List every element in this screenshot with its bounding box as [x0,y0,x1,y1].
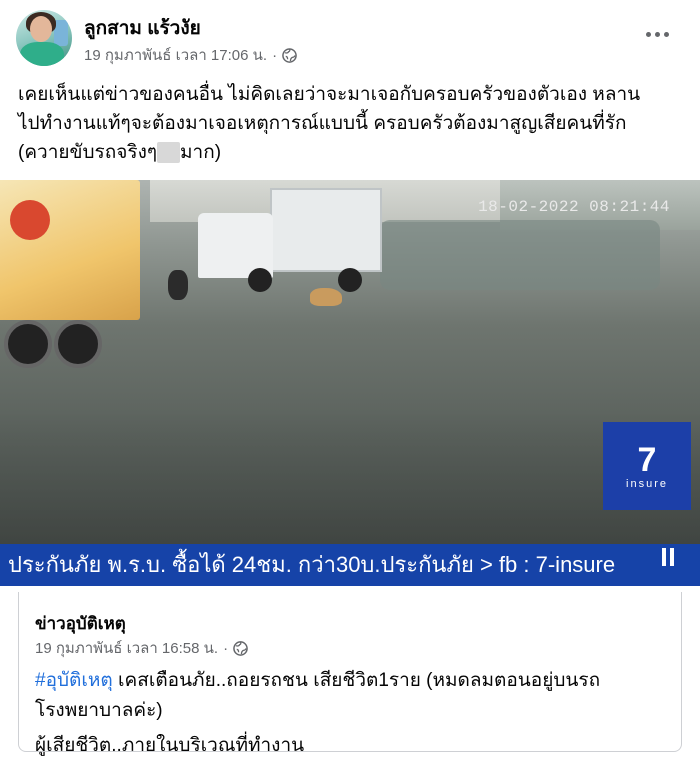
globe-icon[interactable] [233,640,248,656]
shared-post-card[interactable]: ข่าวอุบัติเหตุ 19 กุมภาพันธ์ เวลา 16:58 … [18,592,682,756]
shared-page-name[interactable]: ข่าวอุบัติเหตุ [35,610,126,637]
post-video[interactable]: 18-02-2022 08:21:44 [0,180,700,544]
road-shadow [0,410,700,544]
censored-word: เ ย [157,142,180,163]
ad-logo-badge: 7 insure [603,422,691,510]
meta-separator: · [272,46,278,64]
shared-post-meta: 19 กุมภาพันธ์ เวลา 16:58 น. · [35,636,248,660]
white-pickup-truck [198,188,382,292]
more-dot [654,31,660,37]
post-text-part: มาก) [180,142,222,163]
post-text-line: เคยเห็นแต่ข่าวของคนอื่น ไม่คิดเลยว่าจะมา… [18,84,641,105]
post-meta: 19 กุมภาพันธ์ เวลา 17:06 น. · [84,43,297,67]
pause-bar [662,548,666,566]
truck-wheel [54,320,102,368]
meta-separator: · [223,639,229,657]
water-puddle [380,220,660,290]
delivery-truck [0,180,155,368]
truck-logo [10,200,50,240]
shared-text-cutoff: ผู้เสียชีวิต..ภายในบริเวณที่ทำงาน [35,735,305,756]
avatar-background [54,20,68,46]
post-text-line: ไปทำงานแท้ๆจะต้องมาเจอเหตุการณ์แบบนี้ คร… [18,113,627,134]
shared-text-line: เคสเตือนภัย..ถอยรถชน เสียชีวิต1ราย (หมดล… [112,670,601,691]
ad-logo-number: 7 [637,441,657,479]
avatar-face [30,16,52,42]
more-dot [645,31,651,37]
more-options-button[interactable] [642,22,672,46]
truck-wheel [4,320,52,368]
author-name[interactable]: ลูกสาม แร้วงัย [84,13,201,43]
person-figure [168,270,188,300]
author-avatar[interactable] [16,10,72,66]
more-dot [663,31,669,37]
shared-text-line: โรงพยาบาลค่ะ) [35,700,163,721]
shared-post-text: #อุบัติเหตุ เคสเตือนภัย..ถอยรถชน เสียชีว… [35,666,675,726]
pause-icon[interactable] [660,548,676,566]
post-text-part: (ควายขับรถจริงๆ [18,142,158,163]
avatar-shirt [20,42,64,66]
ad-logo-brand: insure [626,478,668,490]
post-date[interactable]: 19 กุมภาพันธ์ เวลา 17:06 น. [84,43,267,67]
globe-icon[interactable] [282,47,297,63]
pickup-wheel [338,268,362,292]
post-header: ลูกสาม แร้วงัย 19 กุมภาพันธ์ เวลา 17:06 … [0,0,700,70]
cctv-timestamp: 18-02-2022 08:21:44 [478,198,670,216]
shared-post-date[interactable]: 19 กุมภาพันธ์ เวลา 16:58 น. [35,636,218,660]
pause-bar [670,548,674,566]
dog-figure [310,288,342,306]
pickup-cargo [270,188,382,272]
post-text-line: (ควายขับรถจริงๆเ ยมาก) [18,138,688,167]
ad-ticker: ประกันภัย พ.ร.บ. ซื้อได้ 24ชม. กว่า30บ.ป… [0,544,700,586]
post-body: เคยเห็นแต่ข่าวของคนอื่น ไม่คิดเลยว่าจะมา… [18,80,688,167]
hashtag-link[interactable]: #อุบัติเหตุ [35,670,113,691]
pickup-wheel [248,268,272,292]
